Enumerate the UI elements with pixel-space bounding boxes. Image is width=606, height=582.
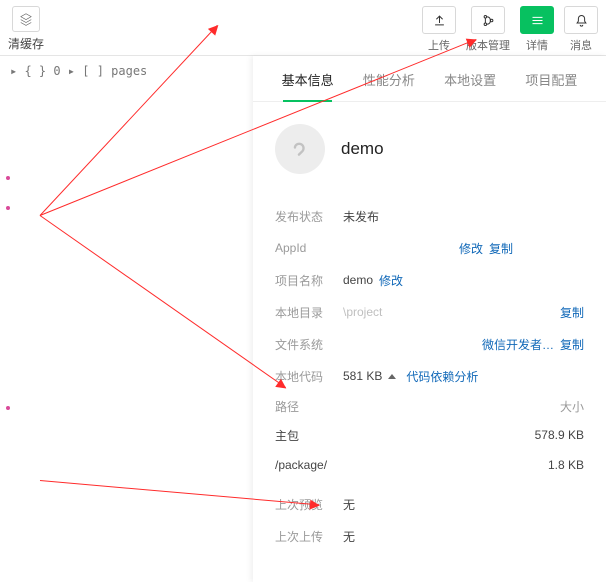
local-dir-label: 本地目录 (275, 304, 343, 321)
tab-basic-info[interactable]: 基本信息 (267, 56, 348, 101)
publish-state-label: 发布状态 (275, 208, 343, 225)
appid-label: AppId (275, 241, 343, 255)
tab-performance[interactable]: 性能分析 (348, 56, 429, 101)
details-button[interactable] (520, 6, 554, 34)
publish-state-value: 未发布 (343, 208, 584, 225)
fs-label: 文件系统 (275, 336, 343, 353)
project-name-value: demo (343, 273, 373, 287)
tab-project-config[interactable]: 项目配置 (511, 56, 592, 101)
fs-owner-link[interactable]: 微信开发者… (482, 336, 554, 353)
version-manage-button[interactable] (471, 6, 505, 34)
pkg-main-size: 578.9 KB (535, 428, 584, 442)
panel-tabs: 基本信息 性能分析 本地设置 项目配置 (253, 56, 606, 102)
appid-copy-link[interactable]: 复制 (489, 240, 513, 257)
tab-local-settings[interactable]: 本地设置 (430, 56, 511, 101)
version-manage-label: 版本管理 (466, 37, 510, 53)
pkg-main-label: 主包 (275, 427, 299, 444)
message-button[interactable] (564, 6, 598, 34)
pkg-size-header: 大小 (560, 398, 584, 415)
pkg-sub-label: /package/ (275, 458, 327, 472)
message-label: 消息 (570, 37, 592, 53)
appid-modify-link[interactable]: 修改 (459, 240, 483, 257)
tree-root[interactable]: ▸ { } 0 ▸ [ ] pages (10, 64, 243, 78)
last-upload-label: 上次上传 (275, 528, 343, 545)
details-panel: 基本信息 性能分析 本地设置 项目配置 demo 发布状态 未发布 AppId … (253, 56, 606, 582)
layers-button[interactable] (12, 6, 40, 32)
code-deps-link[interactable]: 代码依赖分析 (406, 368, 478, 385)
last-preview-label: 上次预览 (275, 496, 343, 513)
local-dir-copy-link[interactable]: 复制 (560, 304, 584, 321)
details-label: 详情 (526, 37, 548, 53)
pkg-sub-size: 1.8 KB (548, 458, 584, 472)
project-name-modify-link[interactable]: 修改 (379, 272, 403, 289)
local-code-size: 581 KB (343, 369, 382, 383)
last-preview-value: 无 (343, 496, 584, 513)
upload-button[interactable] (422, 6, 456, 34)
clear-cache-label: 清缓存 (8, 35, 44, 52)
table-row: 主包 578.9 KB (275, 420, 584, 450)
project-name-label: 项目名称 (275, 272, 343, 289)
local-dir-value: \project (343, 305, 554, 319)
left-tree-pane: ▸ { } 0 ▸ [ ] pages (0, 56, 253, 582)
app-name: demo (341, 139, 384, 159)
top-toolbar: 清缓存 上传 版本管理 详情 消息 (0, 0, 606, 56)
last-upload-value: 无 (343, 528, 584, 545)
fs-copy-link[interactable]: 复制 (560, 336, 584, 353)
app-avatar (275, 124, 325, 174)
pkg-path-header: 路径 (275, 398, 299, 415)
local-code-label: 本地代码 (275, 368, 343, 385)
collapse-icon[interactable] (388, 369, 400, 383)
upload-label: 上传 (428, 37, 450, 53)
table-row: /package/ 1.8 KB (275, 450, 584, 480)
